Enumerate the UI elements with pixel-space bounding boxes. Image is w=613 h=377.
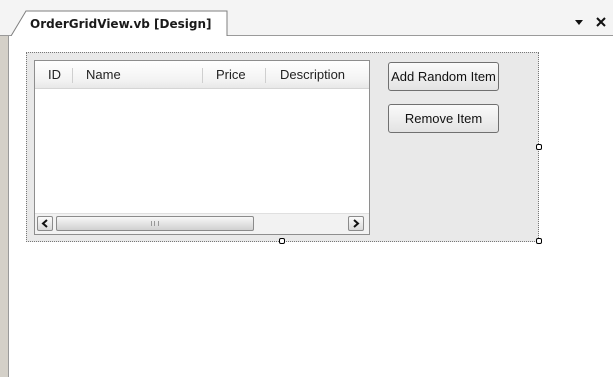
close-icon[interactable] [594, 14, 608, 28]
order-data-grid[interactable]: ID Name Price Description [34, 60, 370, 235]
resize-handle-right[interactable] [536, 144, 542, 150]
grid-header: ID Name Price Description [35, 61, 369, 89]
column-header-id[interactable]: ID [48, 61, 61, 89]
column-separator[interactable] [202, 68, 203, 83]
remove-item-button[interactable]: Remove Item [388, 104, 499, 133]
column-header-price[interactable]: Price [216, 61, 246, 89]
chevron-left-icon [41, 219, 48, 228]
column-separator[interactable] [72, 68, 73, 83]
grip-icon [151, 221, 159, 226]
tab-title: OrderGridView.vb [Design] [30, 17, 212, 31]
scroll-right-button[interactable] [348, 216, 364, 231]
scroll-thumb[interactable] [56, 216, 254, 231]
horizontal-scrollbar[interactable] [35, 213, 369, 234]
column-header-name[interactable]: Name [86, 61, 121, 89]
resize-handle-bottom[interactable] [279, 238, 285, 244]
column-header-description[interactable]: Description [280, 61, 345, 89]
chevron-down-icon[interactable] [572, 14, 586, 28]
scroll-left-button[interactable] [37, 216, 53, 231]
add-random-item-button[interactable]: Add Random Item [388, 62, 499, 91]
resize-handle-corner[interactable] [536, 238, 542, 244]
column-separator[interactable] [265, 68, 266, 83]
document-tab[interactable]: OrderGridView.vb [Design] [10, 10, 228, 37]
chevron-right-icon [353, 219, 360, 228]
document-tab-strip: OrderGridView.vb [Design] [0, 0, 613, 37]
